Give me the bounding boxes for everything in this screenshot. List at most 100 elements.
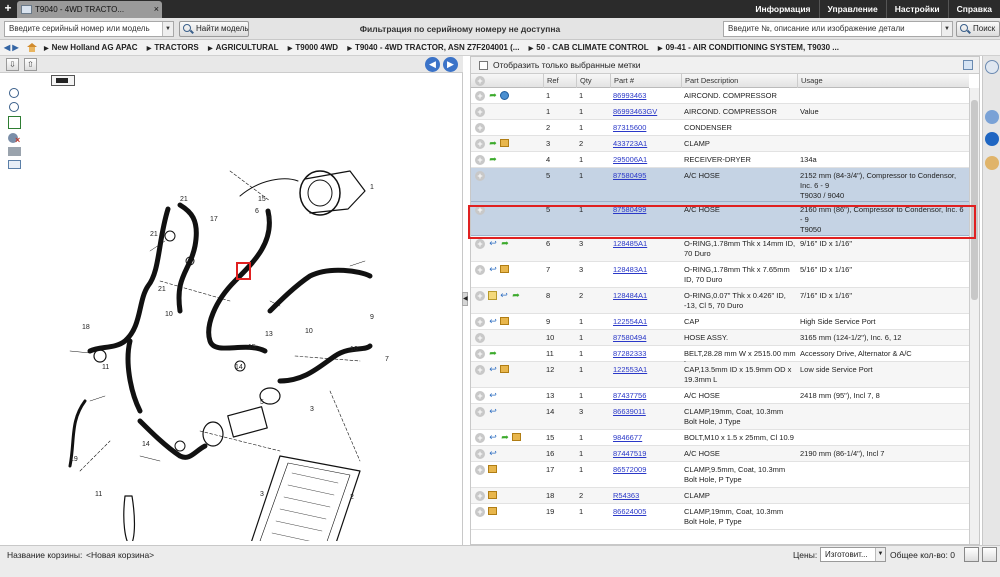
panel-splitter[interactable]: ◀: [462, 292, 468, 306]
part-search-combo[interactable]: Введите №, описание или изображение дета…: [723, 21, 953, 37]
prices-select[interactable]: Изготовит... ▼: [820, 547, 886, 562]
basket-open-icon[interactable]: [982, 547, 997, 562]
parts-row[interactable]: +2 1 87315600 CONDENSER: [471, 120, 969, 136]
chevron-down-icon[interactable]: ▼: [875, 548, 885, 561]
chevron-down-icon[interactable]: ▼: [941, 22, 952, 36]
header-description[interactable]: Part Description: [681, 74, 797, 88]
header-part[interactable]: Part #: [610, 74, 681, 88]
zoom-in-icon[interactable]: [9, 88, 19, 98]
note-icon[interactable]: [488, 291, 497, 300]
part-number-link[interactable]: 86993463GV: [613, 107, 657, 117]
callout[interactable]: 16: [350, 346, 358, 353]
add-part-icon[interactable]: +: [475, 507, 485, 517]
show-selected-only-checkbox[interactable]: [479, 61, 488, 70]
clear-filter-icon[interactable]: [8, 133, 20, 145]
export-up-icon[interactable]: ⇧: [24, 58, 37, 71]
parts-row[interactable]: + ↩ 7 3 128483A1 O-RING,1.78mm Thk x 7.65mm I…: [471, 262, 969, 288]
callout[interactable]: 14: [235, 364, 243, 371]
add-all-icon[interactable]: +: [475, 76, 485, 86]
package-icon[interactable]: [500, 139, 509, 147]
callout[interactable]: 9: [370, 314, 374, 321]
callout[interactable]: 17: [210, 216, 218, 223]
parts-row[interactable]: + ➦ 1 1 86993463 AIRCOND. COMPRESSOR: [471, 88, 969, 104]
add-part-icon[interactable]: +: [475, 365, 485, 375]
vehicle-icon[interactable]: [51, 75, 75, 86]
part-number-link[interactable]: 87315600: [613, 123, 646, 133]
header-usage[interactable]: Usage: [797, 74, 969, 88]
parts-row[interactable]: + ➦ 11 1 87282333 BELT,28.28 mm W x 2515.00 m…: [471, 346, 969, 368]
menu-manage[interactable]: Управление: [818, 0, 886, 18]
basket-name[interactable]: <Новая корзина>: [86, 550, 154, 560]
menu-info[interactable]: Информация: [747, 0, 818, 18]
add-part-icon[interactable]: +: [475, 449, 485, 459]
add-part-icon[interactable]: +: [475, 465, 485, 475]
print-icon[interactable]: [8, 147, 21, 156]
new-tab-button[interactable]: +: [2, 2, 14, 16]
part-number-link[interactable]: 9846677: [613, 433, 642, 443]
fit-to-window-icon[interactable]: [8, 116, 21, 129]
breadcrumb-item[interactable]: 50 - CAB CLIMATE CONTROL: [529, 43, 649, 52]
link-arrow-icon[interactable]: ↩: [488, 390, 498, 400]
serial-model-combo[interactable]: Введите серийный номер или модель ▼: [4, 21, 174, 37]
breadcrumb-item[interactable]: T9000 4WD: [288, 43, 338, 52]
add-part-icon[interactable]: +: [475, 333, 485, 343]
columns-settings-icon[interactable]: [963, 60, 973, 70]
home-icon[interactable]: [27, 43, 37, 52]
callout[interactable]: 3: [310, 406, 314, 413]
part-number-link[interactable]: 87282333: [613, 349, 646, 359]
breadcrumb-item[interactable]: AGRICULTURAL: [208, 43, 279, 52]
history-arrows-icon[interactable]: ◀ ▶: [4, 40, 19, 55]
breadcrumb-item[interactable]: T9040 - 4WD TRACTOR, ASN Z7F204001 (...: [347, 43, 519, 52]
add-to-basket-arrow-icon[interactable]: ➦: [511, 290, 521, 300]
parts-row[interactable]: + ↩ 9 1 122554A1 CAP High Side Service Port: [471, 314, 969, 330]
part-number-link[interactable]: 128484A1: [613, 291, 647, 301]
basket-copy-icon[interactable]: [964, 547, 979, 562]
parts-row[interactable]: + ↩ 13 1 87437756 A/C HOSE 2418 mm (95"), Incl…: [471, 388, 969, 404]
info-icon[interactable]: [985, 132, 999, 146]
part-number-link[interactable]: 122554A1: [613, 317, 647, 327]
callout[interactable]: 15: [248, 344, 256, 351]
callout[interactable]: 21: [180, 196, 188, 203]
callout[interactable]: 10: [305, 328, 313, 335]
link-arrow-icon[interactable]: ↩: [488, 238, 498, 248]
header-ref[interactable]: Ref: [543, 74, 576, 88]
add-to-basket-arrow-icon[interactable]: ➦: [488, 138, 498, 148]
callout[interactable]: 11: [95, 491, 102, 498]
callout[interactable]: 6: [255, 208, 259, 215]
package-icon[interactable]: [500, 365, 509, 373]
parts-row[interactable]: +19 1 86624005 CLAMP,19mm, Coat, 10.3mm Bol…: [471, 504, 969, 530]
export-down-icon[interactable]: ⇩: [6, 58, 19, 71]
add-to-basket-arrow-icon[interactable]: ➦: [488, 348, 498, 358]
callout[interactable]: 21: [150, 231, 158, 238]
part-number-link[interactable]: 433723A1: [613, 139, 647, 149]
parts-row[interactable]: + ↩ 16 1 87447519 A/C HOSE 2190 mm (86-1/4"), …: [471, 446, 969, 462]
tab-active[interactable]: T9040 - 4WD TRACTO... ×: [17, 1, 162, 18]
callout[interactable]: 1: [370, 184, 374, 191]
parts-row[interactable]: + ↩ 12 1 122553A1 CAP,13.5mm ID x 15.9mm OD x…: [471, 362, 969, 388]
parts-row[interactable]: +1 1 86993463GV AIRCOND. COMPRESSOR Value: [471, 104, 969, 120]
add-to-basket-arrow-icon[interactable]: ➦: [500, 238, 510, 248]
link-arrow-icon[interactable]: ↩: [499, 290, 509, 300]
find-model-button[interactable]: Найти модель: [179, 21, 249, 37]
add-part-icon[interactable]: +: [475, 391, 485, 401]
package-icon[interactable]: [500, 265, 509, 273]
parts-row[interactable]: +10 1 87580494 HOSE ASSY. 3165 mm (124-1/2")…: [471, 330, 969, 346]
add-to-basket-arrow-icon[interactable]: ➦: [488, 154, 498, 164]
globe-icon[interactable]: [500, 91, 509, 100]
callout[interactable]: 3: [260, 491, 264, 498]
add-part-icon[interactable]: +: [475, 239, 485, 249]
zoom-out-icon[interactable]: [9, 102, 19, 112]
parts-row[interactable]: +18 2 R54363 CLAMP: [471, 488, 969, 504]
callout[interactable]: 5: [260, 399, 264, 406]
parts-row[interactable]: +17 1 86572009 CLAMP,9.5mm, Coat, 10.3mm Bo…: [471, 462, 969, 488]
link-arrow-icon[interactable]: ↩: [488, 264, 498, 274]
selected-hotspot[interactable]: [236, 262, 251, 280]
callout[interactable]: 21: [158, 286, 166, 293]
add-to-basket-arrow-icon[interactable]: ➦: [500, 432, 510, 442]
add-part-icon[interactable]: +: [475, 155, 485, 165]
add-part-icon[interactable]: +: [475, 139, 485, 149]
exploded-parts-diagram[interactable]: 21 21 17 15 6 7 1 21 10 13 14 15 10 16 9…: [30, 101, 460, 541]
parts-row[interactable]: + ➦ 4 1 295006A1 RECEIVER-DRYER 134a: [471, 152, 969, 168]
link-arrow-icon[interactable]: ↩: [488, 448, 498, 458]
parts-row[interactable]: + ↩ 14 3 86639011 CLAMP,19mm, Coat, 10.3mm Bo…: [471, 404, 969, 430]
